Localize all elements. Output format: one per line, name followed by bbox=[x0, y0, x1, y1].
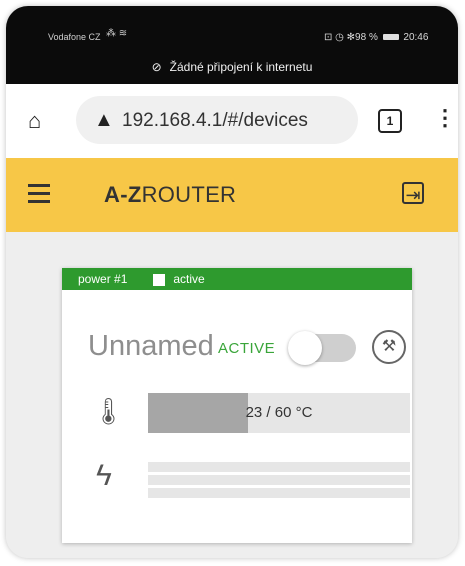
url-text[interactable]: 192.168.4.1/#/devices bbox=[122, 110, 308, 132]
home-icon[interactable]: ⌂ bbox=[28, 108, 54, 134]
app-title: A-ZROUTER bbox=[104, 182, 236, 208]
tabs-icon[interactable]: 1 bbox=[378, 109, 402, 133]
device-toggle[interactable] bbox=[288, 331, 356, 365]
status-indicators: ⊡ ◷ ✻98 % bbox=[324, 32, 378, 43]
logout-icon[interactable]: ⇥ bbox=[402, 182, 424, 205]
temperature-bar: 23 / 60 °C bbox=[148, 393, 410, 433]
power-bars bbox=[148, 462, 410, 501]
toggle-knob[interactable] bbox=[288, 331, 322, 365]
phone-frame: Vodafone CZ ⁂ ≋ ⊡ ◷ ✻98 % 20:46 ⊘ Žádné p… bbox=[6, 6, 458, 558]
device-name: Unnamed bbox=[88, 330, 214, 362]
app-bar: A-ZROUTER ⇥ bbox=[6, 158, 458, 232]
power-bar bbox=[148, 475, 410, 485]
browser-toolbar: ⌂ ▲ 192.168.4.1/#/devices 1 ⋮ bbox=[6, 84, 458, 158]
bolt-icon: ϟ bbox=[96, 459, 112, 492]
device-id: power #1 bbox=[78, 272, 128, 286]
temperature-text: 23 / 60 °C bbox=[245, 404, 313, 421]
status-bar: Vodafone CZ ⁂ ≋ ⊡ ◷ ✻98 % 20:46 ⊘ Žádné p… bbox=[6, 6, 458, 84]
device-header-status: active bbox=[173, 272, 205, 286]
battery-icon bbox=[382, 34, 399, 41]
power-bar bbox=[148, 462, 410, 472]
offline-text: Žádné připojení k internetu bbox=[169, 60, 313, 74]
device-header: power #1 active bbox=[62, 268, 412, 290]
device-card: power #1 active Unnamed ACTIVE ⚒ 🌡 23 / 6… bbox=[62, 268, 412, 543]
no-network-icon: ⊘ bbox=[151, 60, 162, 74]
status-icons: ⊡ ◷ ✻98 % 20:46 bbox=[324, 32, 428, 43]
thermometer-icon: 🌡 bbox=[92, 396, 126, 426]
warning-icon[interactable]: ▲ bbox=[94, 109, 114, 132]
chip-icon bbox=[153, 273, 166, 286]
brand-bold: A-Z bbox=[104, 182, 142, 207]
menu-icon[interactable] bbox=[28, 184, 50, 208]
more-icon[interactable]: ⋮ bbox=[434, 106, 456, 130]
carrier-label: Vodafone CZ bbox=[48, 32, 101, 42]
main-content: power #1 active Unnamed ACTIVE ⚒ 🌡 23 / 6… bbox=[6, 232, 458, 558]
clock: 20:46 bbox=[403, 32, 429, 43]
device-state-label: ACTIVE bbox=[218, 340, 276, 357]
offline-banner: ⊘ Žádné připojení k internetu bbox=[6, 60, 458, 74]
brand-rest: ROUTER bbox=[141, 182, 237, 207]
signal-icon: ⁂ ≋ bbox=[106, 28, 128, 39]
address-bar[interactable]: ▲ 192.168.4.1/#/devices bbox=[76, 96, 358, 144]
wrench-icon[interactable]: ⚒ bbox=[372, 330, 406, 364]
power-bar bbox=[148, 488, 410, 498]
